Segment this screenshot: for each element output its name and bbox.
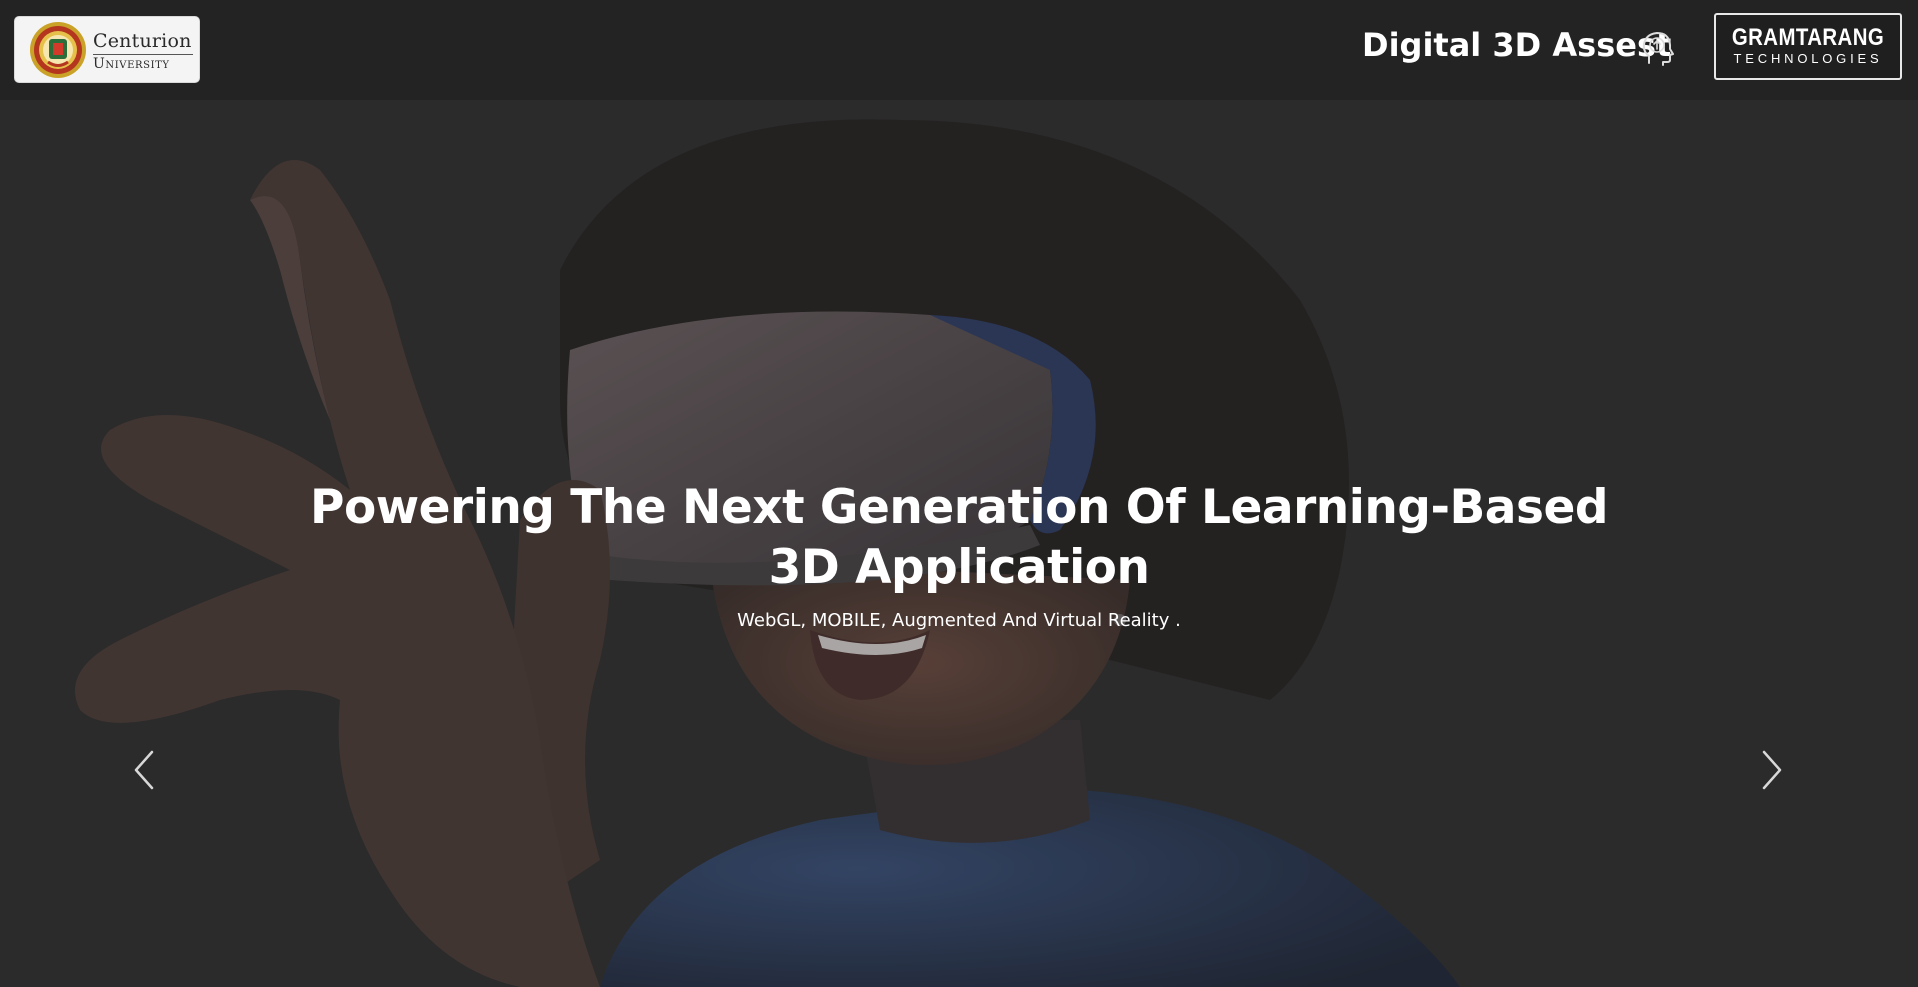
- university-name-line1: Centurion: [93, 30, 192, 52]
- university-name-line2: University: [93, 56, 170, 72]
- logo-divider: [93, 54, 193, 55]
- hero-carousel: Powering The Next Generation Of Learning…: [0, 100, 1918, 987]
- chevron-left-icon[interactable]: [124, 748, 164, 792]
- hero-title: Powering The Next Generation Of Learning…: [310, 480, 1608, 595]
- top-navbar: Centurion University Digital 3D Assest G…: [0, 0, 1918, 100]
- head-upload-icon[interactable]: [1640, 30, 1674, 66]
- hero-subtitle: WebGL, MOBILE, Augmented And Virtual Rea…: [737, 610, 1181, 631]
- centurion-university-logo[interactable]: Centurion University: [14, 16, 200, 83]
- gramtarang-technologies-logo[interactable]: GRAMTARANG TECHNOLOGIES: [1714, 13, 1902, 80]
- page: Centurion University Digital 3D Assest G…: [0, 0, 1918, 987]
- gramtarang-logo-line1: GRAMTARANG: [1731, 24, 1885, 51]
- site-title[interactable]: Digital 3D Assest: [1362, 20, 1671, 70]
- gramtarang-logo-line2: TECHNOLOGIES: [1733, 51, 1883, 66]
- chevron-right-icon[interactable]: [1752, 748, 1792, 792]
